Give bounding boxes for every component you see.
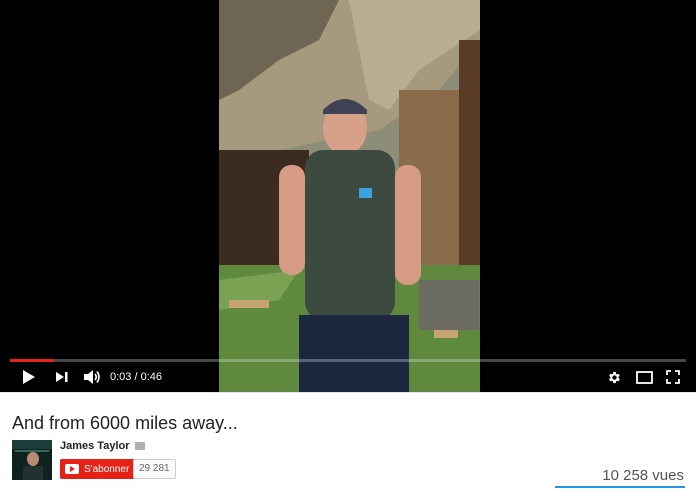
channel-name-link[interactable]: James Taylor (60, 440, 145, 452)
subscribe-label: S'abonner (84, 463, 130, 475)
video-still-image (219, 0, 480, 392)
time-current: 0:03 (110, 371, 132, 383)
time-total: 0:46 (140, 371, 163, 383)
subscriber-count: 29 281 (133, 459, 176, 479)
volume-icon (84, 370, 100, 384)
youtube-logo-icon (65, 464, 79, 474)
view-count: 10 258 vues (602, 467, 684, 484)
video-title: And from 6000 miles away... (12, 413, 238, 433)
time-display: 0:03 / 0:46 (110, 362, 162, 392)
channel-name: James Taylor (60, 440, 130, 452)
channel-avatar[interactable] (12, 440, 52, 480)
next-icon (56, 372, 68, 382)
settings-button[interactable] (603, 362, 625, 392)
subscribe-button[interactable]: S'abonner (60, 459, 136, 479)
time-separator: / (131, 371, 141, 383)
video-info-panel: And from 6000 miles away... James Taylor… (0, 392, 696, 490)
video-frame[interactable] (219, 0, 480, 392)
sentiment-bar (555, 486, 685, 488)
next-button[interactable] (50, 362, 74, 392)
channel-avatar-image (12, 440, 52, 480)
volume-button[interactable] (80, 362, 104, 392)
theater-mode-button[interactable] (632, 362, 656, 392)
theater-mode-icon (635, 370, 653, 384)
fullscreen-button[interactable] (661, 362, 685, 392)
player-controls: 0:03 / 0:46 (0, 362, 696, 392)
video-player[interactable]: 0:03 / 0:46 (0, 0, 696, 392)
fullscreen-icon (666, 370, 680, 384)
verified-badge-icon (134, 442, 145, 450)
gear-icon (608, 371, 620, 383)
play-icon (23, 370, 35, 384)
play-button[interactable] (16, 362, 42, 392)
